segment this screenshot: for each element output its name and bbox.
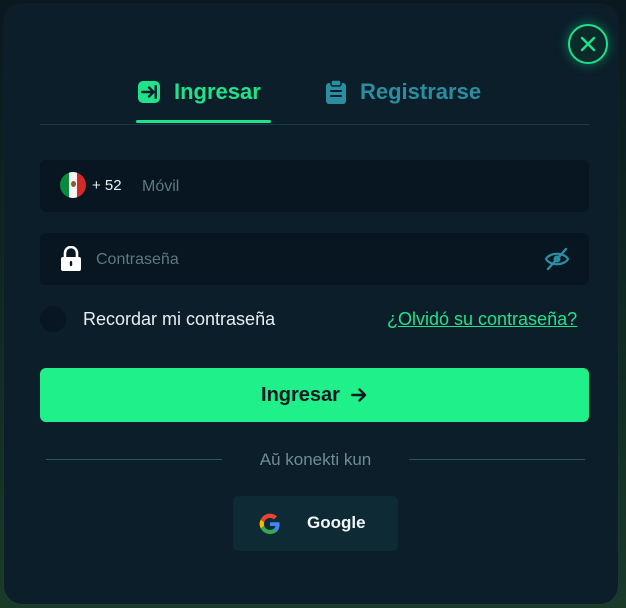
divider-right	[409, 459, 585, 460]
arrow-right-icon	[350, 388, 367, 402]
login-modal: Ingresar Registrarse + 52 Móvil Recordar…	[4, 4, 618, 604]
tab-login-label: Ingresar	[174, 79, 261, 104]
divider-left	[46, 459, 222, 460]
login-arrow-icon	[138, 81, 160, 103]
phone-input[interactable]	[140, 172, 564, 202]
google-label: Google	[307, 513, 366, 532]
phone-field: + 52	[40, 160, 589, 212]
clipboard-icon	[326, 79, 346, 104]
country-code[interactable]: + 52	[92, 177, 122, 194]
tab-register[interactable]: Registrarse	[324, 62, 481, 122]
lock-icon	[61, 246, 81, 271]
password-input[interactable]	[94, 245, 538, 275]
google-icon	[259, 513, 280, 534]
forgot-password-link[interactable]: ¿Olvidó su contraseña?	[387, 309, 577, 330]
active-tab-indicator	[136, 120, 271, 123]
auth-tabs: Ingresar Registrarse	[40, 62, 590, 125]
remember-checkbox[interactable]	[40, 306, 66, 332]
tab-login[interactable]: Ingresar	[136, 62, 261, 122]
password-field	[40, 233, 589, 285]
social-divider-text: Aŭ konekti kun	[259, 450, 372, 469]
eye-hidden-icon[interactable]	[544, 247, 570, 271]
tab-register-label: Registrarse	[360, 79, 482, 104]
remember-label[interactable]: Recordar mi contraseña	[83, 309, 275, 330]
login-submit-button[interactable]: Ingresar	[40, 368, 589, 422]
close-button[interactable]	[568, 24, 608, 64]
close-icon	[580, 36, 596, 52]
mexico-flag-icon[interactable]	[60, 172, 86, 198]
login-submit-label: Ingresar	[261, 383, 340, 406]
google-login-button[interactable]: Google	[233, 496, 398, 551]
